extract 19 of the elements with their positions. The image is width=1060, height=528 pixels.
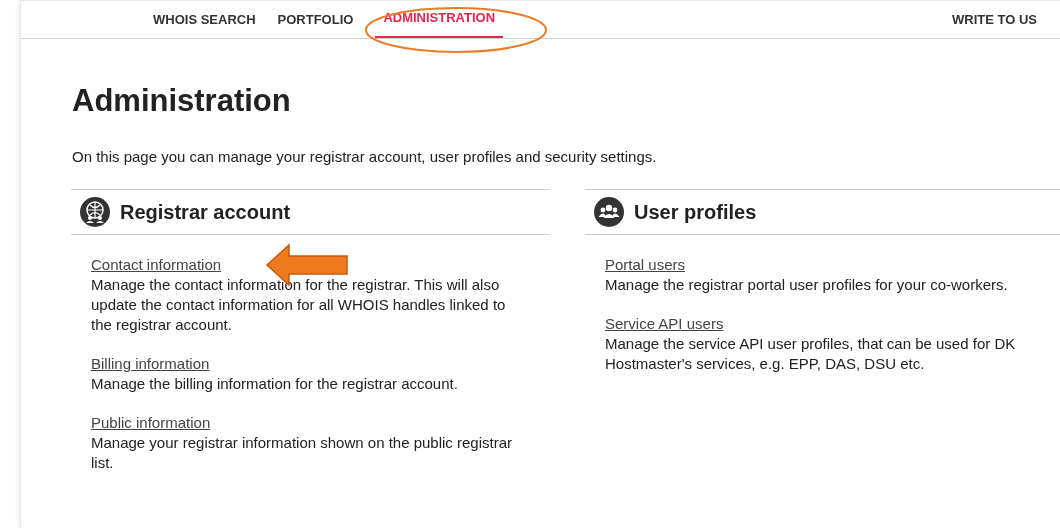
- section-title: User profiles: [634, 200, 757, 225]
- section-link[interactable]: Billing information: [91, 355, 210, 372]
- intro-text: On this page you can manage your registrar account, user profiles and security settings.: [72, 147, 658, 167]
- users-icon: [594, 197, 624, 227]
- page-title: Administration: [72, 85, 292, 116]
- nav-tab[interactable]: WHOIS SEARCH: [153, 9, 256, 38]
- section-title: Registrar account: [120, 200, 291, 225]
- link-description: Manage the service API user profiles, that can be used for DK Hostmaster's services, e.g. EPP, DAS, DSU etc.: [605, 334, 1017, 374]
- link-description: Manage the registrar portal user profiles for your co-workers.: [605, 275, 1009, 295]
- link-description: Manage the contact information for the registrar. This will also update the contact information for all WHOIS handles linked to the registrar account.: [91, 275, 507, 335]
- section-link[interactable]: Public information: [91, 414, 211, 431]
- link-description: Manage the billing information for the registrar account.: [91, 374, 459, 394]
- write-to-us-link[interactable]: WRITE TO US: [952, 9, 1037, 38]
- section-link[interactable]: Portal users: [605, 256, 686, 273]
- section-link[interactable]: Service API users: [605, 315, 724, 332]
- link-description: Manage your registrar information shown on the public registrar list.: [91, 433, 514, 473]
- section-link[interactable]: Contact information: [91, 256, 222, 273]
- nav-tab[interactable]: PORTFOLIO: [277, 9, 354, 38]
- globe-people-icon: [80, 197, 110, 227]
